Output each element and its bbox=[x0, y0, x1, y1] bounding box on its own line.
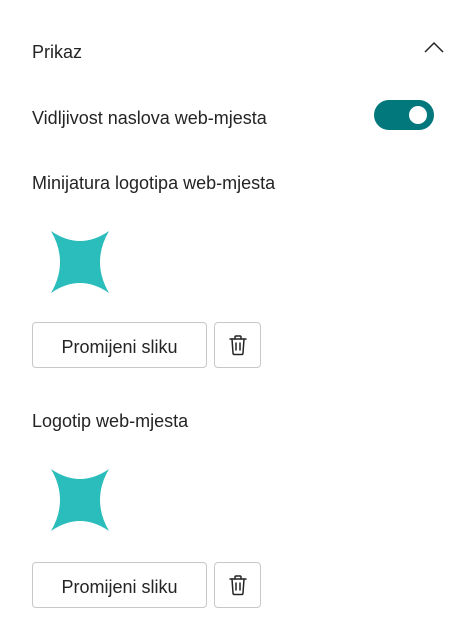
logo-thumbnail-image bbox=[51, 231, 109, 293]
trash-icon bbox=[228, 335, 247, 356]
site-logo-image bbox=[51, 469, 109, 531]
site-title-visibility-label: Vidljivost naslova web-mjesta bbox=[32, 108, 267, 128]
chevron-up-icon[interactable] bbox=[423, 40, 445, 54]
toggle-knob bbox=[409, 106, 427, 124]
delete-thumbnail-button[interactable] bbox=[214, 322, 261, 368]
site-logo-label: Logotip web-mjesta bbox=[32, 411, 189, 431]
trash-icon bbox=[228, 575, 247, 596]
site-title-visibility-toggle[interactable] bbox=[374, 100, 434, 130]
change-thumbnail-button[interactable]: Promijeni sliku bbox=[32, 322, 207, 368]
section-title: Prikaz bbox=[32, 42, 83, 62]
logo-thumbnail-label: Minijatura logotipa web-mjesta bbox=[32, 173, 276, 193]
delete-logo-button[interactable] bbox=[214, 562, 261, 608]
change-logo-button[interactable]: Promijeni sliku bbox=[32, 562, 207, 608]
